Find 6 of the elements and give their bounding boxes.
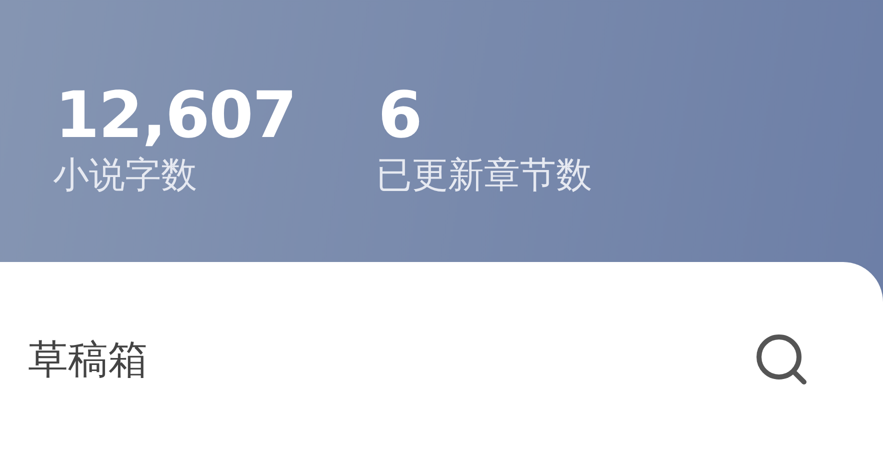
stat-label: 小说字数 — [53, 154, 198, 198]
stat-label: 已更新章节数 — [376, 154, 592, 198]
section-title: 草稿箱 — [28, 336, 148, 385]
search-icon[interactable] — [755, 332, 809, 386]
stat-value: 6 — [378, 78, 422, 154]
stat-value: 12,607 — [55, 78, 296, 154]
